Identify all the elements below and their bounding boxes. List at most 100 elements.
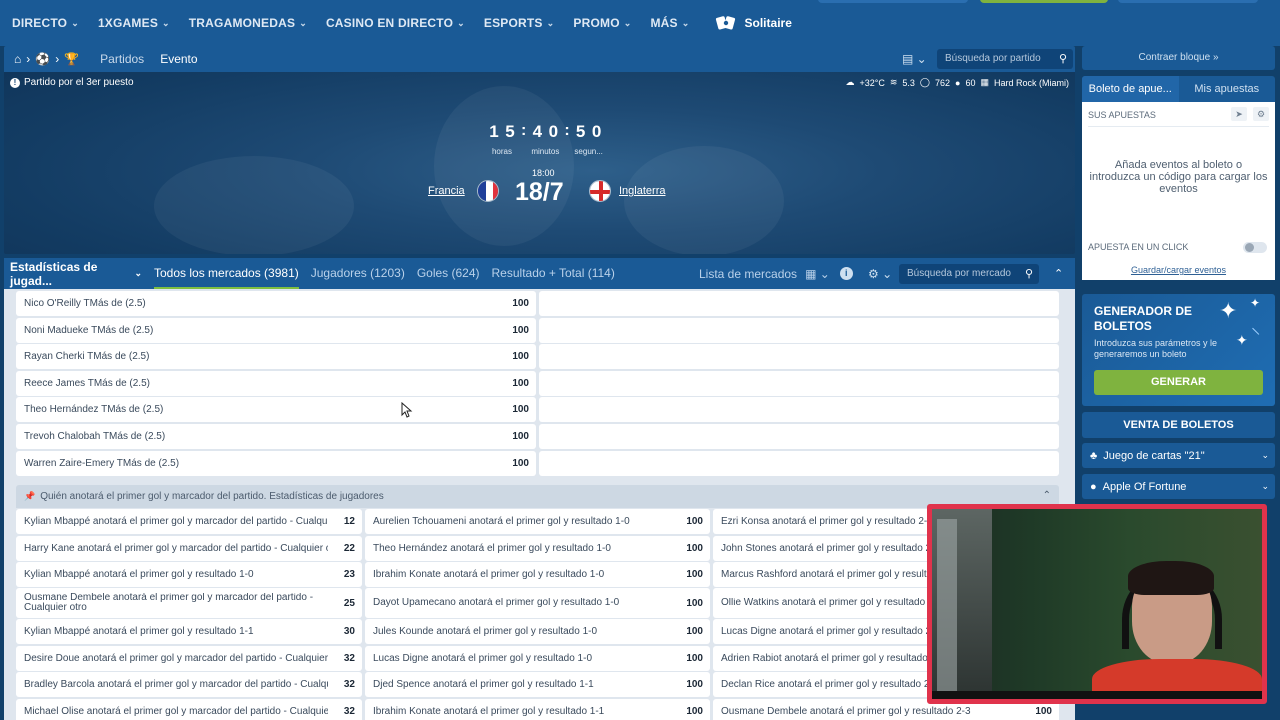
pin-icon[interactable]: 📌 xyxy=(24,491,35,502)
generate-button[interactable]: GENERAR xyxy=(1094,370,1263,395)
stats-chart-icon[interactable]: ▤ ⌄ xyxy=(902,52,927,66)
stats-dropdown[interactable]: Estadísticas de jugad... ⌄ xyxy=(4,260,142,288)
market-row[interactable]: Kylian Mbappé anotará el primer gol y re… xyxy=(16,562,362,587)
market-odds[interactable]: 100 xyxy=(502,378,536,389)
tab-evento[interactable]: Evento xyxy=(160,52,197,66)
market-odds[interactable]: 100 xyxy=(1025,706,1059,717)
market-odds[interactable]: 100 xyxy=(676,569,710,580)
market-odds[interactable]: 32 xyxy=(328,706,362,717)
game-item-apple-of-fortune[interactable]: ● Apple Of Fortune ⌄ xyxy=(1082,474,1275,499)
ticket-sale-button[interactable]: VENTA DE BOLETOS xyxy=(1082,412,1275,438)
market-row[interactable]: Harry Kane anotará el primer gol y marca… xyxy=(16,535,362,561)
market-odds[interactable]: 23 xyxy=(328,569,362,580)
match-search-input[interactable]: Búsqueda por partido ⚲ xyxy=(937,49,1073,69)
nav-esports[interactable]: ESPORTS ⌄ xyxy=(484,16,555,30)
market-odds[interactable]: 100 xyxy=(676,543,710,554)
gear-icon[interactable]: ⚙ xyxy=(1253,107,1269,121)
market-row[interactable]: Ousmane Dembele anotará el primer gol y … xyxy=(16,588,362,618)
game-item-21[interactable]: ♣ Juego de cartas "21" ⌄ xyxy=(1082,443,1275,468)
nav-solitaire[interactable]: Solitaire xyxy=(715,15,792,31)
tab-boleto[interactable]: Boleto de apue... xyxy=(1082,76,1179,102)
collapse-up-icon[interactable]: ⌃ xyxy=(1054,267,1063,280)
market-row[interactable]: Nico O'Reilly TMás de (2.5) 100 xyxy=(16,291,536,316)
market-odds[interactable]: 12 xyxy=(328,516,362,527)
top-button[interactable] xyxy=(980,0,1108,3)
top-button[interactable] xyxy=(818,0,968,3)
market-row[interactable]: Djed Spence anotará el primer gol y resu… xyxy=(365,672,710,697)
search-icon[interactable]: ⚲ xyxy=(1025,264,1033,284)
market-row[interactable]: Theo Hernández anotará el primer gol y r… xyxy=(365,535,710,561)
market-search-input[interactable]: Búsqueda por mercado ⚲ xyxy=(899,264,1039,284)
nav-promo[interactable]: PROMO ⌄ xyxy=(573,16,631,30)
market-row[interactable]: Reece James TMás de (2.5) 100 xyxy=(16,370,536,396)
nav-1xgames[interactable]: 1XGAMES ⌄ xyxy=(98,16,170,30)
search-icon[interactable]: ⚲ xyxy=(1059,49,1067,69)
collapse-up-icon[interactable]: ⌃ xyxy=(1043,490,1051,501)
tab-goles[interactable]: Goles (624) xyxy=(417,258,480,289)
market-row[interactable]: Warren Zaire-Emery TMás de (2.5) 100 xyxy=(16,450,536,476)
market-row[interactable]: Jules Kounde anotará el primer gol y res… xyxy=(365,619,710,644)
market-row[interactable]: Bradley Barcola anotará el primer gol y … xyxy=(16,672,362,697)
market-row[interactable]: Theo Hernández TMás de (2.5) 100 xyxy=(16,397,536,423)
market-name: Nico O'Reilly TMás de (2.5) xyxy=(24,298,146,309)
market-list-toggle[interactable]: Lista de mercados ▦ ⌄ i xyxy=(699,267,853,281)
market-odds[interactable]: 100 xyxy=(676,679,710,690)
market-row[interactable]: Lucas Digne anotará el primer gol y resu… xyxy=(365,645,710,671)
tab-jugadores[interactable]: Jugadores (1203) xyxy=(311,258,405,289)
chevron-down-icon[interactable]: ⌄ xyxy=(1261,450,1269,461)
market-row[interactable]: Ibrahim Konate anotará el primer gol y r… xyxy=(365,562,710,587)
one-click-toggle[interactable] xyxy=(1243,242,1267,253)
tab-resultado-total[interactable]: Resultado + Total (114) xyxy=(492,258,615,289)
market-odds[interactable]: 30 xyxy=(328,626,362,637)
trophy-icon[interactable]: 🏆 xyxy=(64,52,79,66)
market-odds[interactable]: 100 xyxy=(676,598,710,609)
market-odds[interactable]: 100 xyxy=(676,516,710,527)
market-odds[interactable]: 25 xyxy=(328,598,362,609)
team-away-link[interactable]: Inglaterra xyxy=(619,185,665,197)
market-odds[interactable]: 100 xyxy=(502,404,536,415)
chevron-down-icon[interactable]: ⌄ xyxy=(1261,481,1269,492)
market-row[interactable]: Noni Madueke TMás de (2.5) 100 xyxy=(16,317,536,343)
market-odds[interactable]: 100 xyxy=(502,431,536,442)
top-button[interactable] xyxy=(1118,0,1258,3)
save-load-events-link[interactable]: Guardar/cargar eventos xyxy=(1082,265,1275,275)
market-row[interactable]: Kylian Mbappé anotará el primer gol y re… xyxy=(16,619,362,644)
nav-directo[interactable]: DIRECTO ⌄ xyxy=(12,16,79,30)
market-row[interactable]: Desire Doue anotará el primer gol y marc… xyxy=(16,645,362,671)
section-header[interactable]: 📌 Quién anotará el primer gol y marcador… xyxy=(16,485,1059,508)
tab-todos-los-mercados[interactable]: Todos los mercados (3981) xyxy=(154,258,299,289)
grid-icon[interactable]: ▦ ⌄ xyxy=(805,267,830,281)
gear-icon[interactable]: ⚙ ⌄ xyxy=(868,267,892,281)
market-row[interactable]: Kylian Mbappé anotará el primer gol y ma… xyxy=(16,509,362,534)
market-row[interactable]: Ibrahim Konate anotará el primer gol y r… xyxy=(365,698,710,720)
market-odds[interactable]: 100 xyxy=(502,298,536,309)
market-tabs-bar: Estadísticas de jugad... ⌄ Todos los merc… xyxy=(4,258,1075,289)
team-home-link[interactable]: Francia xyxy=(428,185,465,197)
market-row[interactable]: Aurelien Tchouameni anotará el primer go… xyxy=(365,509,710,534)
market-row[interactable]: Michael Olise anotará el primer gol y ma… xyxy=(16,698,362,720)
market-row[interactable]: Dayot Upamecano anotará el primer gol y … xyxy=(365,588,710,618)
market-odds[interactable]: 100 xyxy=(502,458,536,469)
tab-partidos[interactable]: Partidos xyxy=(100,52,144,66)
tab-mis-apuestas[interactable]: Mis apuestas xyxy=(1179,76,1276,102)
venue: Hard Rock (Miami) xyxy=(993,77,1069,88)
soccer-ball-icon[interactable]: ⚽ xyxy=(35,52,50,66)
market-odds[interactable]: 32 xyxy=(328,679,362,690)
market-odds[interactable]: 22 xyxy=(328,543,362,554)
market-odds[interactable]: 100 xyxy=(502,351,536,362)
market-row[interactable]: Trevoh Chalobah TMás de (2.5) 100 xyxy=(16,424,536,449)
market-odds[interactable]: 32 xyxy=(328,653,362,664)
home-icon[interactable]: ⌂ xyxy=(14,52,21,66)
info-icon[interactable]: i xyxy=(839,267,853,280)
market-name: Dayot Upamecano anotará el primer gol y … xyxy=(373,598,620,608)
market-odds[interactable]: 100 xyxy=(676,626,710,637)
market-odds[interactable]: 100 xyxy=(676,706,710,717)
market-row[interactable]: Rayan Cherki TMás de (2.5) 100 xyxy=(16,344,536,370)
market-odds[interactable]: 100 xyxy=(502,325,536,336)
nav-casino-en-directo[interactable]: CASINO EN DIRECTO ⌄ xyxy=(326,16,465,30)
nav-mas[interactable]: MÁS ⌄ xyxy=(650,16,689,30)
share-icon[interactable]: ➤ xyxy=(1231,107,1247,121)
collapse-block-button[interactable]: Contraer bloque » xyxy=(1082,46,1275,70)
nav-tragamonedas[interactable]: TRAGAMONEDAS ⌄ xyxy=(189,16,307,30)
market-odds[interactable]: 100 xyxy=(676,653,710,664)
